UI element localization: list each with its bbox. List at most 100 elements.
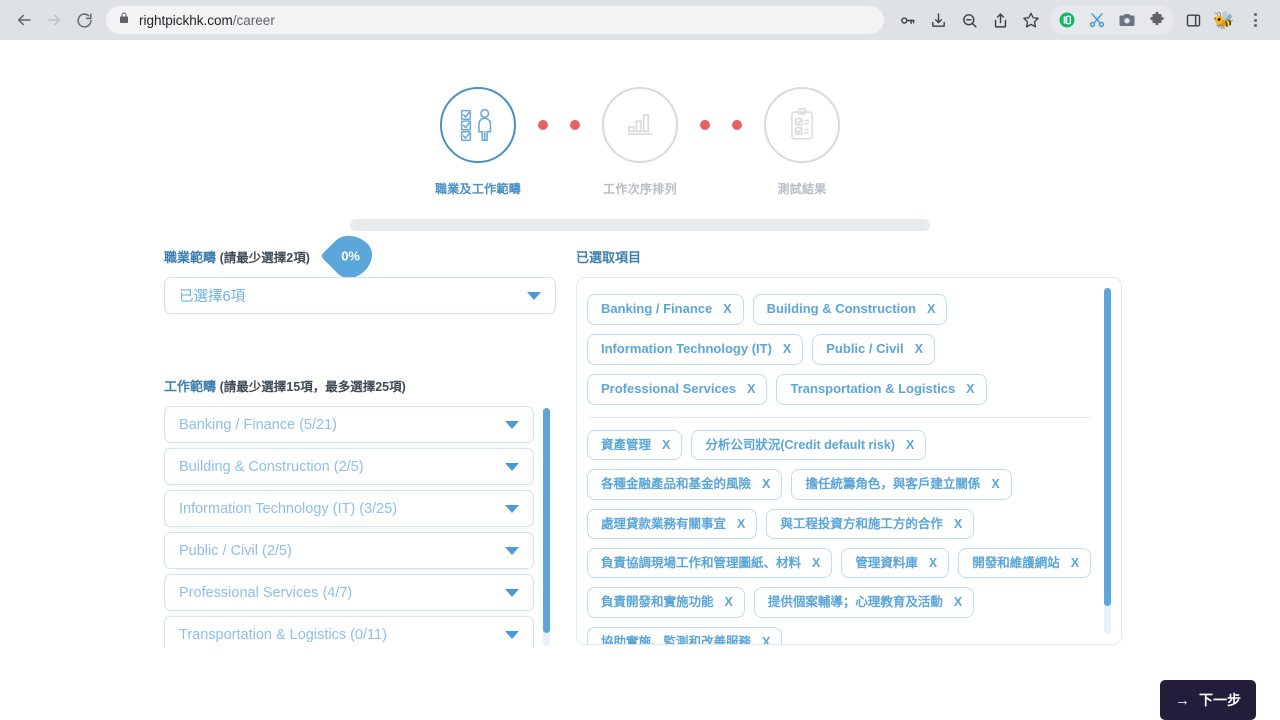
chip-remove-icon[interactable]: X bbox=[723, 302, 731, 316]
selected-item-chip[interactable]: 提供個案輔導；心理教育及活動 X bbox=[753, 587, 975, 618]
chip-remove-icon[interactable]: X bbox=[812, 556, 820, 570]
progress-bar: 0% bbox=[320, 219, 930, 286]
chip-label: 分析公司狀況(Credit default risk) bbox=[705, 437, 895, 452]
chip-remove-icon[interactable]: X bbox=[929, 556, 937, 570]
chevron-down-icon bbox=[527, 291, 541, 300]
job-scope-dropdown-list: Banking / Finance (5/21) Building & Cons… bbox=[164, 406, 556, 648]
selected-item-chip[interactable]: 負責協調現場工作和管理圖紙、材料 X bbox=[587, 547, 833, 579]
chip-remove-icon[interactable]: X bbox=[783, 342, 791, 356]
browser-action-icons: 🐝 bbox=[892, 5, 1270, 35]
selection-column: 職業範疇 (請最少選擇2項) 已選擇6項 工作範疇 (請最少選擇15項，最多選擇… bbox=[164, 247, 556, 648]
chip-label: 負責協調現場工作和管理圖紙、材料 bbox=[601, 555, 802, 570]
chip-label: 擔任統籌角色，與客戶建立關係 bbox=[805, 477, 981, 492]
selected-item-chip[interactable]: 負責開發和實施功能 X bbox=[587, 587, 745, 618]
selected-item-chip[interactable]: Transportation & Logistics X bbox=[776, 373, 987, 405]
zoom-out-icon[interactable] bbox=[954, 5, 984, 35]
selected-item-chip[interactable]: 處理貸款業務有關事宜 X bbox=[587, 508, 758, 539]
chip-remove-icon[interactable]: X bbox=[737, 517, 745, 531]
selected-item-chip[interactable]: 協助實施、監測和改善服務 X bbox=[587, 626, 783, 645]
step-job-order-ranking[interactable]: 工作次序排列 bbox=[580, 87, 700, 197]
step-occupation-and-job-scope[interactable]: 職業及工作範疇 bbox=[418, 87, 538, 197]
scope-chip-row: 資產管理 X 分析公司狀況(Credit default risk) X 各種金融產品和… bbox=[587, 429, 1095, 645]
panel-divider bbox=[589, 416, 1091, 418]
job-scope-dropdown[interactable]: Professional Services (4/7) bbox=[164, 574, 534, 611]
selected-items-scrollbar-thumb[interactable] bbox=[1104, 288, 1111, 606]
selected-item-chip[interactable]: 與工程投資方和施工方的合作 X bbox=[766, 508, 975, 539]
chip-label: Public / Civil bbox=[826, 340, 904, 356]
chip-label: 負責開發和實施功能 bbox=[601, 595, 714, 610]
chip-label: Building & Construction bbox=[766, 301, 917, 316]
url-text: rightpickhk.com/career bbox=[139, 12, 275, 28]
password-key-icon[interactable] bbox=[892, 5, 922, 35]
reload-icon[interactable] bbox=[70, 6, 98, 34]
forward-arrow-icon[interactable] bbox=[40, 6, 68, 34]
chip-label: Professional Services bbox=[601, 380, 737, 396]
selected-item-chip[interactable]: 擔任統籌角色，與客戶建立關係 X bbox=[791, 469, 1012, 500]
selected-item-chip[interactable]: Information Technology (IT) X bbox=[587, 333, 804, 365]
selected-item-chip[interactable]: Building & Construction X bbox=[752, 294, 948, 325]
progress-stepper: 職業及工作範疇 工作次序排列 測試結果 bbox=[0, 40, 1280, 197]
chip-remove-icon[interactable]: X bbox=[915, 342, 923, 356]
job-scope-dropdown[interactable]: Building & Construction (2/5) bbox=[164, 448, 534, 485]
chip-label: Transportation & Logistics bbox=[790, 380, 956, 396]
chip-label: 各種金融產品和基金的風險 bbox=[601, 477, 752, 492]
selected-item-chip[interactable]: 管理資料庫 X bbox=[841, 547, 950, 579]
chip-remove-icon[interactable]: X bbox=[954, 595, 962, 609]
scissors-extension-icon[interactable] bbox=[1082, 5, 1112, 35]
download-icon[interactable] bbox=[923, 5, 953, 35]
pocket-extension-icon[interactable] bbox=[1052, 5, 1082, 35]
selected-item-chip[interactable]: Banking / Finance X bbox=[587, 294, 744, 325]
selected-item-chip[interactable]: 各種金融產品和基金的風險 X bbox=[587, 469, 783, 500]
selected-item-chip[interactable]: Professional Services X bbox=[587, 373, 768, 405]
job-scope-dropdown[interactable]: Public / Civil (2/5) bbox=[164, 532, 534, 569]
chevron-down-icon bbox=[505, 546, 519, 555]
chip-label: 開發和維護網站 bbox=[972, 555, 1060, 570]
chip-remove-icon[interactable]: X bbox=[747, 382, 755, 396]
camera-extension-icon[interactable] bbox=[1112, 5, 1142, 35]
chevron-down-icon bbox=[505, 420, 519, 429]
bee-avatar-icon[interactable]: 🐝 bbox=[1209, 5, 1239, 35]
back-arrow-icon[interactable] bbox=[10, 6, 38, 34]
chip-remove-icon[interactable]: X bbox=[991, 477, 999, 491]
side-panel-icon[interactable] bbox=[1178, 5, 1208, 35]
chip-remove-icon[interactable]: X bbox=[906, 438, 914, 452]
chip-remove-icon[interactable]: X bbox=[927, 302, 935, 316]
chip-remove-icon[interactable]: X bbox=[762, 477, 770, 491]
selected-item-chip[interactable]: 分析公司狀況(Credit default risk) X bbox=[691, 429, 927, 461]
step-label: 工作次序排列 bbox=[603, 182, 677, 196]
chip-label: 資產管理 bbox=[601, 437, 652, 452]
chip-label: 與工程投資方和施工方的合作 bbox=[780, 516, 943, 531]
selected-item-chip[interactable]: Public / Civil X bbox=[812, 333, 935, 365]
lock-icon bbox=[118, 11, 130, 29]
chevron-down-icon bbox=[505, 462, 519, 471]
category-chip-row: Banking / Finance X Building & Constructio… bbox=[587, 294, 1095, 405]
bar-chart-icon bbox=[602, 87, 678, 163]
chevron-down-icon bbox=[505, 630, 519, 639]
clipboard-checklist-icon bbox=[764, 87, 840, 163]
chip-remove-icon[interactable]: X bbox=[954, 517, 962, 531]
next-step-button[interactable]: → 下一步 bbox=[1160, 680, 1256, 720]
chip-remove-icon[interactable]: X bbox=[762, 635, 770, 644]
arrow-right-icon: → bbox=[1175, 691, 1190, 709]
job-scope-dropdown[interactable]: Banking / Finance (5/21) bbox=[164, 406, 534, 443]
three-dot-menu-icon[interactable] bbox=[1240, 5, 1270, 35]
step-test-results[interactable]: 測試結果 bbox=[742, 87, 862, 197]
job-scope-dropdown[interactable]: Information Technology (IT) (3/25) bbox=[164, 490, 534, 527]
chip-remove-icon[interactable]: X bbox=[662, 438, 670, 452]
share-icon[interactable] bbox=[985, 5, 1015, 35]
chip-remove-icon[interactable]: X bbox=[1071, 556, 1079, 570]
job-scope-dropdown[interactable]: Transportation & Logistics (0/11) bbox=[164, 616, 534, 648]
chevron-down-icon bbox=[505, 504, 519, 513]
chip-label: 協助實施、監測和改善服務 bbox=[601, 634, 752, 645]
puzzle-extensions-icon[interactable] bbox=[1142, 5, 1172, 35]
chip-remove-icon[interactable]: X bbox=[966, 382, 974, 396]
occupation-dropdown[interactable]: 已選擇6項 bbox=[164, 277, 556, 314]
selected-item-chip[interactable]: 開發和維護網站 X bbox=[958, 547, 1092, 579]
chip-remove-icon[interactable]: X bbox=[725, 595, 733, 609]
progress-percent-label: 0% bbox=[340, 248, 360, 264]
address-bar[interactable]: rightpickhk.com/career bbox=[106, 6, 884, 34]
job-scope-scrollbar-thumb[interactable] bbox=[543, 408, 550, 633]
bookmark-star-icon[interactable] bbox=[1016, 5, 1046, 35]
selected-item-chip[interactable]: 資產管理 X bbox=[587, 429, 683, 461]
chip-label: 管理資料庫 bbox=[855, 555, 918, 570]
